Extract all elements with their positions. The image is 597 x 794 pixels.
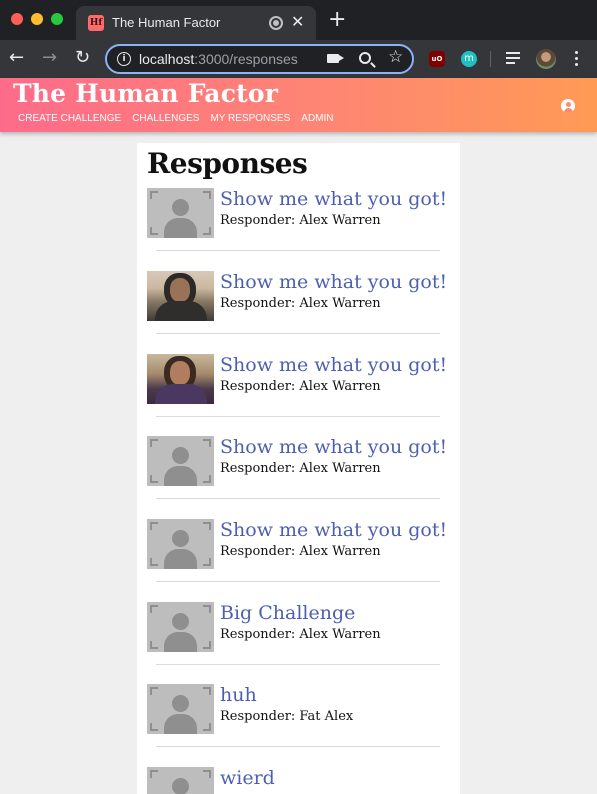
ublock-extension-icon[interactable]: uO	[429, 51, 445, 67]
info-icon[interactable]: i	[117, 52, 131, 66]
response-title[interactable]: Show me what you got!	[220, 354, 447, 376]
forward-arrow-icon[interactable]: →	[42, 48, 57, 68]
divider	[156, 664, 440, 665]
maximize-window-icon[interactable]	[51, 13, 63, 25]
response-responder: Responder: Alex Warren	[220, 627, 381, 642]
divider	[156, 333, 440, 334]
response-title[interactable]: Big Challenge	[220, 602, 355, 624]
divider	[156, 416, 440, 417]
placeholder-image-icon[interactable]	[147, 684, 214, 734]
browser-menu-icon[interactable]	[575, 51, 579, 69]
back-arrow-icon[interactable]: ←	[9, 48, 24, 68]
tab-title: The Human Factor	[112, 15, 221, 30]
url-text[interactable]: localhost:3000/responses	[139, 51, 298, 67]
new-tab-button[interactable]: +	[328, 9, 346, 31]
placeholder-image-icon[interactable]	[147, 767, 214, 794]
address-bar[interactable]: i localhost:3000/responses ☆	[105, 44, 414, 74]
browser-tab-bar: Hf The Human Factor ✕ +	[0, 0, 597, 40]
response-responder: Responder: Alex Warren	[220, 213, 381, 228]
response-title[interactable]: wierd	[220, 767, 275, 789]
browser-toolbar: ← → ↻ i localhost:3000/responses ☆ uO m	[0, 40, 597, 78]
response-title[interactable]: Show me what you got!	[220, 519, 447, 541]
favicon-icon: Hf	[88, 15, 104, 31]
response-title[interactable]: Show me what you got!	[220, 188, 447, 210]
nav-challenges[interactable]: CHALLENGES	[132, 113, 199, 124]
browser-tab[interactable]: Hf The Human Factor ✕	[76, 6, 316, 40]
response-item[interactable]: Show me what you got! Responder: Alex Wa…	[147, 436, 447, 488]
response-item[interactable]: Show me what you got! Responder: Alex Wa…	[147, 271, 447, 323]
app-nav: CREATE CHALLENGE CHALLENGES MY RESPONSES…	[18, 113, 334, 124]
media-queue-icon[interactable]	[506, 52, 520, 64]
response-responder: Responder: Alex Warren	[220, 461, 381, 476]
bookmark-star-icon[interactable]: ☆	[388, 47, 403, 67]
m-extension-icon[interactable]: m	[461, 51, 477, 67]
responses-card: Responses Show me what you got! Responde…	[137, 143, 460, 794]
response-item[interactable]: Show me what you got! Responder: Alex Wa…	[147, 519, 447, 571]
camera-icon[interactable]	[327, 54, 344, 63]
close-window-icon[interactable]	[11, 13, 23, 25]
response-item[interactable]: Show me what you got! Responder: Alex Wa…	[147, 354, 447, 406]
response-thumbnail[interactable]	[147, 354, 214, 404]
profile-avatar[interactable]	[536, 49, 556, 69]
response-responder: Responder: Alex Warren	[220, 296, 381, 311]
zoom-icon[interactable]	[359, 52, 371, 64]
response-responder: Responder: Alex Warren	[220, 379, 381, 394]
close-tab-icon[interactable]: ✕	[291, 12, 304, 31]
url-path: :3000/responses	[194, 51, 298, 67]
response-thumbnail[interactable]	[147, 271, 214, 321]
response-title[interactable]: Show me what you got!	[220, 436, 447, 458]
minimize-window-icon[interactable]	[31, 13, 43, 25]
url-host: localhost	[139, 51, 195, 67]
reload-icon[interactable]: ↻	[75, 48, 90, 68]
response-item[interactable]: Show me what you got! Responder: Alex Wa…	[147, 188, 447, 240]
response-responder: Responder: Fat Alex	[220, 709, 354, 724]
divider	[156, 746, 440, 747]
response-item[interactable]: wierd	[147, 767, 447, 794]
app-header: The Human Factor CREATE CHALLENGE CHALLE…	[0, 78, 597, 132]
response-title[interactable]: Show me what you got!	[220, 271, 447, 293]
divider	[156, 498, 440, 499]
toolbar-divider	[490, 51, 491, 67]
nav-my-responses[interactable]: MY RESPONSES	[210, 113, 290, 124]
response-item[interactable]: huh Responder: Fat Alex	[147, 684, 447, 736]
placeholder-image-icon[interactable]	[147, 436, 214, 486]
divider	[156, 581, 440, 582]
response-title[interactable]: huh	[220, 684, 257, 706]
recording-icon	[269, 16, 283, 30]
nav-create-challenge[interactable]: CREATE CHALLENGE	[18, 113, 121, 124]
placeholder-image-icon[interactable]	[147, 519, 214, 569]
page-title: Responses	[147, 147, 308, 180]
app-title[interactable]: The Human Factor	[13, 79, 278, 108]
divider	[156, 250, 440, 251]
placeholder-image-icon[interactable]	[147, 602, 214, 652]
response-responder: Responder: Alex Warren	[220, 544, 381, 559]
placeholder-image-icon[interactable]	[147, 188, 214, 238]
account-icon[interactable]	[561, 99, 575, 113]
nav-admin[interactable]: ADMIN	[301, 113, 333, 124]
response-item[interactable]: Big Challenge Responder: Alex Warren	[147, 602, 447, 654]
